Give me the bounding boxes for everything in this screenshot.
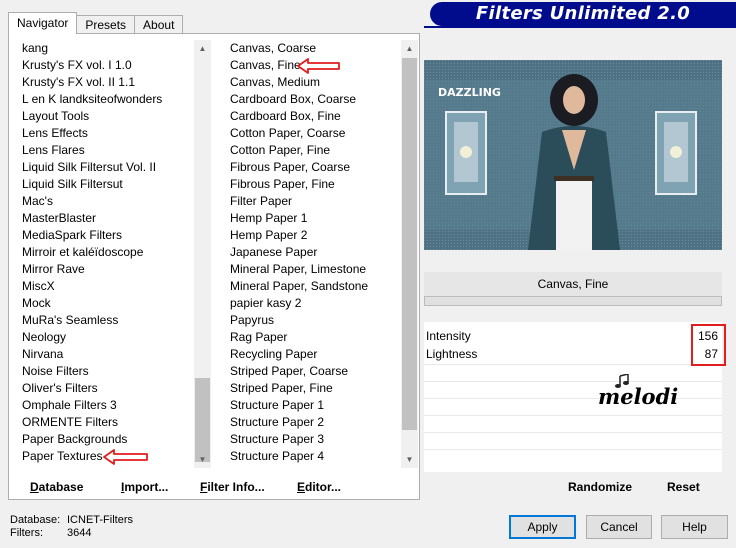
tab-navigator[interactable]: Navigator [8,12,78,34]
category-item[interactable]: Lens Flares [18,142,194,159]
tab-bar: Navigator Presets About [8,12,184,34]
category-item[interactable]: Neology [18,329,194,346]
category-item[interactable]: ORMENTE Filters [18,414,194,431]
filter-item[interactable]: Recycling Paper [226,346,401,363]
app-title-banner: Filters Unlimited 2.0 [430,2,736,26]
apply-button[interactable]: Apply [509,515,576,539]
cancel-button[interactable]: Cancel [586,515,652,539]
filters-label: Filters: [10,527,43,539]
right-button-bar: Randomize Reset [424,476,722,498]
filter-items: Canvas, Coarse Canvas, Fine Canvas, Medium… [226,40,401,468]
editor-button[interactable]: Editor... [297,476,341,498]
category-item[interactable]: Mock [18,295,194,312]
filter-item[interactable]: Striped Paper, Fine [226,380,401,397]
param-intensity[interactable]: Intensity 156 [424,328,722,345]
category-item[interactable]: Liquid Silk Filtersut [18,176,194,193]
filter-item[interactable]: Hemp Paper 2 [226,227,401,244]
database-value: ICNET-Filters [67,514,133,526]
category-list[interactable]: kang Krusty's FX vol. I 1.0 Krusty's FX vo… [18,40,211,468]
filter-item[interactable]: Structure Paper 4 [226,448,401,465]
category-item[interactable]: Noise Filters [18,363,194,380]
parameter-panel: Intensity 156 Lightness 87 melodi [424,322,722,472]
category-scroll-thumb[interactable] [195,378,210,462]
param-label: Lightness [426,347,478,361]
category-item[interactable]: MuRa's Seamless [18,312,194,329]
category-item[interactable]: Krusty's FX vol. I 1.0 [18,57,194,74]
red-arrow-icon [297,58,340,74]
red-arrow-icon [103,449,148,465]
filter-item[interactable]: papier kasy 2 [226,295,401,312]
category-item[interactable]: MiscX [18,278,194,295]
scroll-up-icon[interactable]: ▲ [401,40,418,57]
category-item[interactable]: Mac's [18,193,194,210]
filter-item[interactable]: Striped Paper, Coarse [226,363,401,380]
preview-image: DAZZLING [424,60,722,250]
filter-item[interactable]: Cardboard Box, Fine [226,108,401,125]
filter-info-button[interactable]: Filter Info... [200,476,265,498]
scroll-down-icon[interactable]: ▼ [194,451,211,468]
category-scrollbar[interactable]: ▲ ▼ [194,40,211,468]
filter-item[interactable]: Filter Paper [226,193,401,210]
navigator-button-bar: Database Import... Filter Info... Editor… [14,476,414,498]
scroll-down-icon[interactable]: ▼ [401,451,418,468]
filter-scrollbar[interactable]: ▲ ▼ [401,40,418,468]
filter-item[interactable]: Papyrus [226,312,401,329]
category-item[interactable]: Nirvana [18,346,194,363]
filter-item[interactable]: Japanese Paper [226,244,401,261]
category-item[interactable]: Mirroir et kaléïdoscope [18,244,194,261]
filter-item[interactable]: Hemp Paper 1 [226,210,401,227]
filter-item[interactable]: Rag Paper [226,329,401,346]
filter-item[interactable]: Mineral Paper, Sandstone [226,278,401,295]
filter-scroll-thumb[interactable] [402,58,417,430]
randomize-button[interactable]: Randomize [568,476,632,498]
filter-item[interactable]: Structure Paper 3 [226,431,401,448]
filters-count: 3644 [67,527,92,539]
banner-underline [424,26,736,28]
status-info: Database: ICNET-Filters Filters: 3644 [10,514,133,540]
database-button[interactable]: Database [30,476,83,498]
category-item[interactable]: Lens Effects [18,125,194,142]
category-item[interactable]: Paper Backgrounds [18,431,194,448]
category-item[interactable]: L en K landksiteofwonders [18,91,194,108]
import-button[interactable]: Import... [121,476,168,498]
tab-presets[interactable]: Presets [76,15,136,34]
filter-item[interactable]: Cardboard Box, Coarse [226,91,401,108]
filter-item[interactable]: Structure Paper 1 [226,397,401,414]
category-item[interactable]: Omphale Filters 3 [18,397,194,414]
filter-item[interactable]: Cotton Paper, Fine [226,142,401,159]
category-items: kang Krusty's FX vol. I 1.0 Krusty's FX vo… [18,40,194,468]
param-label: Intensity [426,329,471,343]
param-lightness[interactable]: Lightness 87 [424,346,722,363]
selected-filter-name: Canvas, Fine [424,272,722,296]
help-button[interactable]: Help [661,515,728,539]
reset-button[interactable]: Reset [667,476,700,498]
filter-item[interactable]: Structure Paper 2 [226,414,401,431]
filter-item[interactable]: Fibrous Paper, Fine [226,176,401,193]
filter-item[interactable]: Canvas, Medium [226,74,401,91]
tab-about[interactable]: About [134,15,184,34]
music-note-icon [615,374,629,388]
category-item[interactable]: Mirror Rave [18,261,194,278]
database-label: Database: [10,514,61,526]
category-item[interactable]: Krusty's FX vol. II 1.1 [18,74,194,91]
category-item[interactable]: Layout Tools [18,108,194,125]
value-highlight-box [691,324,726,366]
category-item[interactable]: Liquid Silk Filtersut Vol. II [18,159,194,176]
category-item[interactable]: MasterBlaster [18,210,194,227]
filter-item[interactable]: Mineral Paper, Limestone [226,261,401,278]
melodi-signature-logo: melodi [598,384,679,409]
filter-item[interactable]: Cotton Paper, Coarse [226,125,401,142]
category-item[interactable]: Oliver's Filters [18,380,194,397]
scroll-up-icon[interactable]: ▲ [194,40,211,57]
filter-list[interactable]: Canvas, Coarse Canvas, Fine Canvas, Medium… [226,40,418,468]
preview-label: DAZZLING [438,86,501,99]
category-item[interactable]: MediaSpark Filters [18,227,194,244]
filter-item[interactable]: Fibrous Paper, Coarse [226,159,401,176]
category-item[interactable]: kang [18,40,194,57]
filter-item[interactable]: Canvas, Coarse [226,40,401,57]
progress-bar [424,296,722,306]
